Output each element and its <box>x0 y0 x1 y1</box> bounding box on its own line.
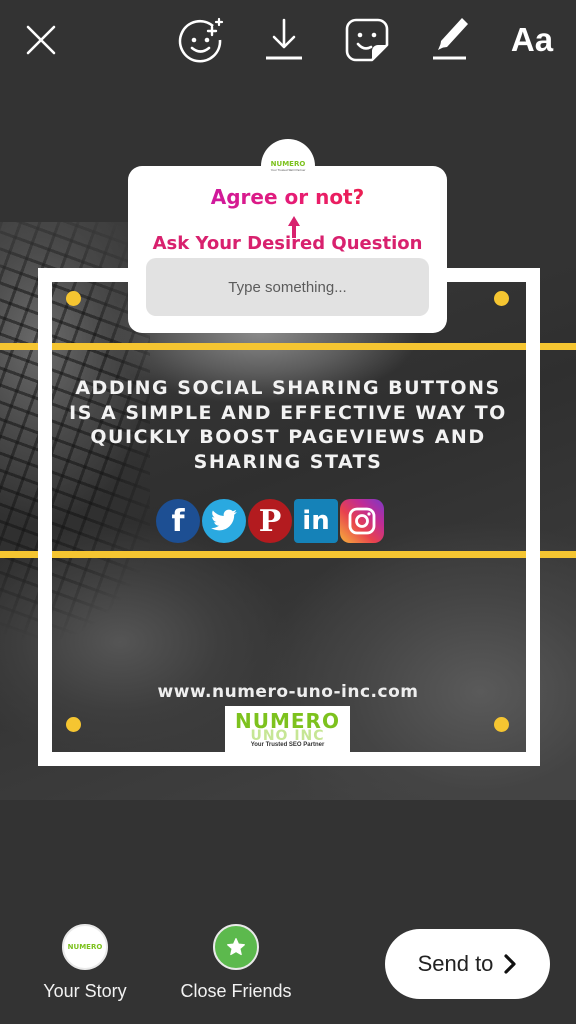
avatar: NUMERO <box>62 924 108 970</box>
sticker-hint-text: Ask Your Desired Question <box>152 233 423 254</box>
download-icon <box>266 18 302 60</box>
accent-dot <box>494 291 509 306</box>
send-to-button[interactable]: Send to <box>385 929 550 999</box>
sticker-icon <box>345 18 389 62</box>
sticker-avatar: NUMERO Your Trusted SEO Partner <box>261 139 315 193</box>
accent-dot <box>494 717 509 732</box>
close-friends-avatar <box>213 924 259 970</box>
story-editor-toolbar: Aa <box>0 0 576 80</box>
your-story-label: Your Story <box>43 981 127 1001</box>
text-icon: Aa <box>510 21 554 58</box>
website-url: www.numero-uno-inc.com <box>157 682 419 702</box>
facebook-icon: f <box>156 499 200 543</box>
download-button[interactable] <box>258 14 310 66</box>
story-headline: Adding social sharing buttons is a simpl… <box>69 377 507 473</box>
close-friends-label: Close Friends <box>180 981 292 1001</box>
accent-dot <box>66 291 81 306</box>
your-story-button[interactable]: NUMERO Your Story <box>32 924 138 1002</box>
social-icons-row: f P in <box>156 499 384 543</box>
instagram-icon <box>340 499 384 543</box>
send-to-label: Send to <box>417 951 494 976</box>
pinterest-icon: P <box>248 499 292 543</box>
close-friends-button[interactable]: Close Friends <box>170 924 302 1002</box>
close-button[interactable] <box>15 14 67 66</box>
text-tool-button[interactable]: Aa <box>506 14 558 66</box>
twitter-icon <box>202 499 246 543</box>
sticker-button[interactable] <box>341 14 393 66</box>
face-effects-button[interactable] <box>175 14 227 66</box>
draw-button[interactable] <box>424 14 476 66</box>
star-icon <box>227 938 245 956</box>
accent-dot <box>66 717 81 732</box>
close-icon <box>26 25 56 55</box>
linkedin-icon: in <box>294 499 338 543</box>
face-effects-icon <box>178 17 224 63</box>
sticker-answer-input[interactable] <box>146 258 429 316</box>
brand-logo: NUMERO UNO INC Your Trusted SEO Partner <box>225 706 350 754</box>
draw-icon <box>433 18 468 60</box>
chevron-right-icon <box>504 954 517 974</box>
